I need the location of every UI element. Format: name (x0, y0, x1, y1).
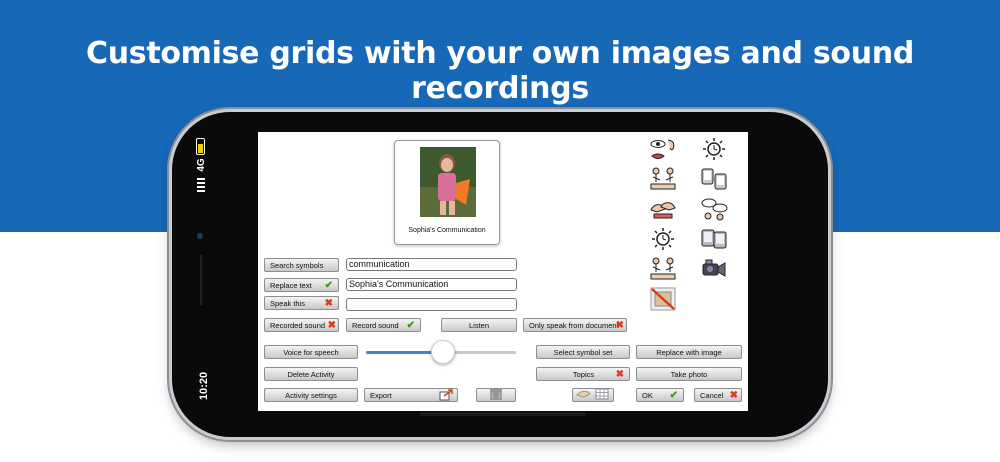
trash-icon (488, 388, 504, 402)
cross-icon: ✖ (615, 320, 624, 331)
speech-bubbles-icon[interactable] (700, 196, 728, 222)
export-button[interactable]: Export (364, 388, 458, 402)
speak-this-input[interactable] (346, 298, 517, 311)
network-label: 4G (195, 158, 207, 172)
status-time: 10:20 (198, 371, 210, 401)
headline: Customise grids with your own images and… (85, 36, 915, 106)
ok-button[interactable]: OK ✔ (636, 388, 684, 402)
tick-icon: ✔ (324, 280, 333, 291)
cross-icon: ✖ (324, 298, 333, 309)
search-symbols-button[interactable]: Search symbols (264, 258, 339, 272)
topics-button[interactable]: Topics ✖ (536, 367, 630, 381)
listen-button[interactable]: Listen (441, 318, 517, 332)
search-input[interactable]: communication (346, 258, 517, 271)
clock-icon[interactable] (700, 136, 728, 162)
cancel-button[interactable]: Cancel ✖ (694, 388, 742, 402)
signal-icon (197, 178, 205, 192)
people-talking-icon[interactable] (649, 166, 677, 192)
eye-ear-mouth-icon[interactable] (649, 138, 677, 164)
photo-thumbnail (420, 147, 476, 217)
no-image-icon[interactable] (649, 286, 677, 312)
select-symbol-set-button[interactable]: Select symbol set (536, 345, 630, 359)
delete-activity-button[interactable]: Delete Activity (264, 367, 358, 381)
voice-slider-thumb[interactable] (431, 340, 455, 364)
tablets-icon[interactable] (700, 226, 728, 252)
export-icon (439, 389, 453, 404)
take-photo-button[interactable]: Take photo (636, 367, 742, 381)
cross-icon: ✖ (327, 320, 336, 331)
phone-speaker (200, 255, 202, 305)
cross-icon: ✖ (729, 390, 738, 401)
recorded-sound-button[interactable]: Recorded sound ✖ (264, 318, 339, 332)
only-speak-from-document-button[interactable]: Only speak from document ✖ (523, 318, 627, 332)
tick-icon: ✔ (669, 390, 678, 401)
replace-with-image-button[interactable]: Replace with image (636, 345, 742, 359)
speak-this-button[interactable]: Speak this ✖ (264, 296, 339, 310)
people-talking-icon[interactable] (649, 256, 677, 282)
voice-for-speech-button[interactable]: Voice for speech (264, 345, 358, 359)
cross-icon: ✖ (615, 369, 624, 380)
cell-preview[interactable]: Sophia's Communication (394, 140, 500, 245)
video-camera-icon[interactable] (700, 256, 728, 282)
replace-text-input[interactable]: Sophia's Communication (346, 278, 517, 291)
home-indicator (420, 412, 586, 416)
voice-slider-fill (366, 351, 441, 354)
activity-settings-button[interactable]: Activity settings (264, 388, 358, 402)
preview-caption: Sophia's Communication (408, 227, 486, 234)
devices-icon[interactable] (700, 166, 728, 192)
layout-button[interactable] (572, 388, 614, 402)
voice-slider[interactable] (366, 340, 516, 364)
hand-grid-icon (576, 388, 610, 402)
clock-icon[interactable] (649, 226, 677, 252)
replace-text-button[interactable]: Replace text ✔ (264, 278, 339, 292)
trash-button[interactable] (476, 388, 516, 402)
record-sound-button[interactable]: Record sound ✔ (346, 318, 421, 332)
hands-icon[interactable] (649, 196, 677, 222)
front-camera (197, 233, 203, 239)
tick-icon: ✔ (406, 320, 415, 331)
